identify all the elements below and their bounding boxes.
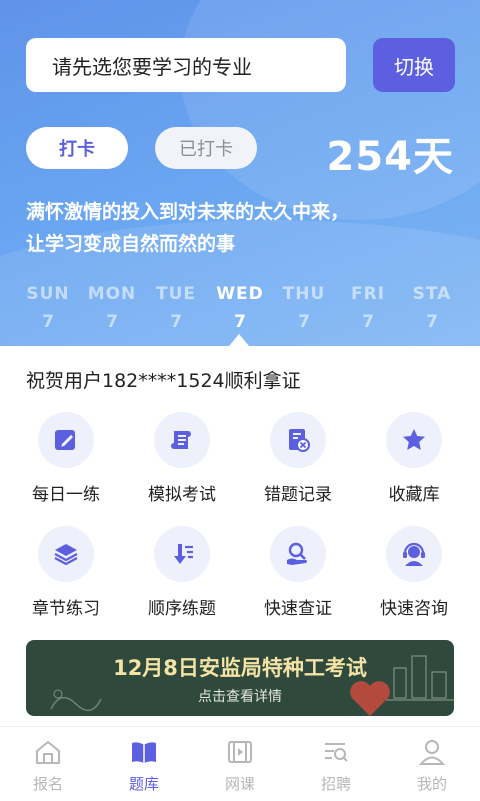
week-strip: SUN 7 MON 7 TUE 7 WED 7 THU 7 FRI 7 STA 7 <box>20 284 460 332</box>
weekday-tue[interactable]: TUE 7 <box>148 284 204 332</box>
feature-icon-bg <box>38 526 94 582</box>
feature-label: 章节练习 <box>32 599 100 619</box>
weekday-thu[interactable]: THU 7 <box>276 284 332 332</box>
feature-icon-bg <box>154 412 210 468</box>
feature-icon-bg <box>386 412 442 468</box>
feature-quick-consult[interactable]: 快速咨询 <box>356 526 472 619</box>
feature-icon-bg <box>270 412 326 468</box>
feature-favorites[interactable]: 收藏库 <box>356 412 472 505</box>
checked-in-button[interactable]: 已打卡 <box>155 127 257 169</box>
layers-icon <box>54 544 78 566</box>
major-select-input[interactable]: 请先选您要学习的专业 <box>26 38 346 92</box>
banner-subtitle: 点击查看详情 <box>198 689 282 705</box>
scroll-icon <box>171 431 191 449</box>
weekday-sun[interactable]: SUN 7 <box>20 284 76 332</box>
bottom-tab-bar: 报名 题库 网课 招聘 我的 <box>0 726 480 801</box>
weekday-mon[interactable]: MON 7 <box>84 284 140 332</box>
tab-label: 我的 <box>416 775 447 793</box>
selected-day-caret <box>229 334 249 346</box>
weekday-value: 7 <box>298 312 310 332</box>
feature-chapter-practice[interactable]: 章节练习 <box>8 526 124 619</box>
feature-icon-bg <box>270 526 326 582</box>
error-doc-icon <box>289 429 310 452</box>
tab-mine[interactable]: 我的 <box>384 727 480 801</box>
streak-days: 254天 <box>326 134 454 180</box>
tab-jobs[interactable]: 招聘 <box>288 727 384 801</box>
feature-label: 快速咨询 <box>380 599 448 619</box>
feature-icon-bg <box>154 526 210 582</box>
home-icon <box>36 740 60 764</box>
pencil-icon <box>55 430 75 450</box>
switch-button[interactable]: 切换 <box>373 38 455 92</box>
star-icon <box>403 429 425 450</box>
weekday-value: 7 <box>362 312 374 332</box>
hero-header: 请先选您要学习的专业 切换 打卡 已打卡 254天 满怀激情的投入到对未来的太久… <box>0 0 480 346</box>
exam-banner[interactable]: 12月8日安监局特种工考试 点击查看详情 <box>26 640 454 716</box>
weekday-name: SUN <box>26 284 70 304</box>
feature-label: 每日一练 <box>32 485 100 505</box>
tab-register[interactable]: 报名 <box>0 727 96 801</box>
tab-label: 网课 <box>224 775 255 793</box>
weekday-wed[interactable]: WED 7 <box>212 284 268 332</box>
weekday-value: 7 <box>106 312 118 332</box>
weekday-name: THU <box>282 284 326 304</box>
congrats-ticker: 祝贺用户182****1524顺利拿证 <box>26 370 301 392</box>
video-icon <box>228 741 252 763</box>
weekday-name: WED <box>216 284 264 304</box>
search-list-icon <box>325 743 348 762</box>
feature-label: 顺序练题 <box>148 599 216 619</box>
feature-wrong-questions[interactable]: 错题记录 <box>240 412 356 505</box>
tab-question-bank[interactable]: 题库 <box>96 727 192 801</box>
feature-quick-verify[interactable]: 快速查证 <box>240 526 356 619</box>
weekday-value: 7 <box>170 312 182 332</box>
feature-label: 快速查证 <box>264 599 332 619</box>
feature-icon-bg <box>386 526 442 582</box>
decor-circle <box>180 0 480 220</box>
headset-icon <box>403 542 425 566</box>
weekday-name: FRI <box>350 284 386 304</box>
weekday-name: MON <box>87 284 137 304</box>
weekday-value: 7 <box>426 312 438 332</box>
banner-title: 12月8日安监局特种工考试 <box>113 656 367 680</box>
user-icon <box>418 740 446 765</box>
feature-daily-practice[interactable]: 每日一练 <box>8 412 124 505</box>
search-hand-icon <box>287 542 307 565</box>
motto-line-2: 让学习变成自然而然的事 <box>26 233 236 255</box>
feature-label: 收藏库 <box>388 485 440 505</box>
feature-icon-bg <box>38 412 94 468</box>
feature-label: 错题记录 <box>264 485 332 505</box>
feature-mock-exam[interactable]: 模拟考试 <box>124 412 240 505</box>
weekday-value: 7 <box>234 312 246 332</box>
motto-line-1: 满怀激情的投入到对未来的太久中来， <box>26 201 350 223</box>
weekday-fri[interactable]: FRI 7 <box>340 284 396 332</box>
tab-label: 题库 <box>128 775 159 793</box>
weekday-name: STA <box>412 284 452 304</box>
motto-text: 满怀激情的投入到对未来的太久中来， 让学习变成自然而然的事 <box>26 196 349 260</box>
list-order-icon <box>174 544 193 564</box>
weekday-name: TUE <box>155 284 196 304</box>
weekday-sat[interactable]: STA 7 <box>404 284 460 332</box>
feature-label: 模拟考试 <box>148 485 216 505</box>
book-icon <box>132 742 156 763</box>
checkin-button[interactable]: 打卡 <box>26 127 128 169</box>
feature-sequential-practice[interactable]: 顺序练题 <box>124 526 240 619</box>
tab-label: 招聘 <box>320 775 351 793</box>
tab-label: 报名 <box>32 775 63 793</box>
weekday-value: 7 <box>42 312 54 332</box>
major-select-placeholder: 请先选您要学习的专业 <box>52 54 252 79</box>
tab-online-course[interactable]: 网课 <box>192 727 288 801</box>
